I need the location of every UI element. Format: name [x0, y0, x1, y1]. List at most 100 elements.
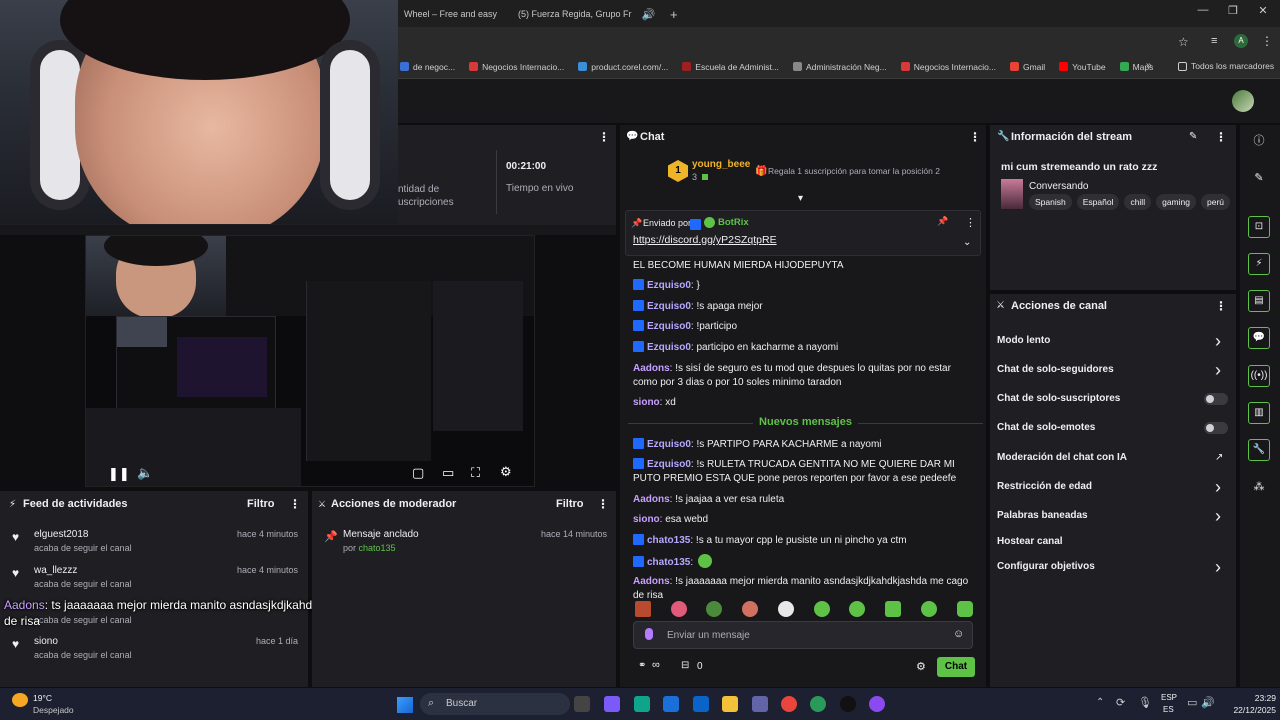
chat-message[interactable]: Ezquiso0: }: [633, 279, 978, 293]
more-options-icon[interactable]: ⋮: [1215, 299, 1227, 313]
chat-send-button[interactable]: Chat: [937, 657, 975, 677]
clock-time[interactable]: 23:29: [1216, 693, 1276, 703]
more-options-icon[interactable]: ⋮: [969, 130, 981, 144]
mod-filter-button[interactable]: Filtro: [556, 498, 584, 510]
browser-tab-wheel[interactable]: Wheel – Free and easy ✕: [398, 4, 502, 24]
emote-icon[interactable]: [742, 601, 758, 617]
chat-username[interactable]: Ezquiso0: [647, 459, 691, 470]
stream-category[interactable]: Conversando: [1029, 181, 1088, 192]
chat-message[interactable]: chato135:: [633, 554, 978, 570]
bookmark-item[interactable]: Escuela de Administ...: [682, 62, 779, 72]
chat-message[interactable]: Ezquiso0: participo en kacharme a nayomi: [633, 341, 978, 355]
volume-icon[interactable]: 🔈: [137, 465, 153, 481]
chat-bubble-icon[interactable]: 💬: [1248, 327, 1270, 349]
store-icon[interactable]: [663, 696, 679, 712]
feed-item-name[interactable]: siono: [34, 636, 58, 647]
chat-message[interactable]: Aadons: !s jaaaaaaa mejor mierda manito …: [633, 575, 978, 603]
edit-pencil-icon[interactable]: ✎: [1248, 167, 1270, 189]
extensions-icon[interactable]: ⁂: [1248, 476, 1270, 498]
more-options-icon[interactable]: ⋮: [965, 216, 976, 229]
weather-temp[interactable]: 19°C: [33, 693, 52, 703]
language-region[interactable]: ES: [1163, 705, 1174, 714]
tag[interactable]: chill: [1124, 194, 1152, 210]
leaderboard-user[interactable]: young_beee: [692, 159, 750, 170]
chevron-up-icon[interactable]: ⌃: [1096, 697, 1104, 708]
pinned-username[interactable]: BotRix: [718, 217, 749, 228]
chat-username[interactable]: siono: [633, 514, 660, 525]
more-options-icon[interactable]: ⋮: [597, 497, 609, 511]
emote-icon[interactable]: [635, 601, 651, 617]
chevron-down-icon[interactable]: ⌄: [963, 237, 971, 248]
emote-icon[interactable]: [921, 601, 937, 617]
channel-action-item[interactable]: Configurar objetivos: [997, 561, 1095, 572]
minimize-icon[interactable]: —: [1188, 4, 1218, 16]
new-tab-button[interactable]: +: [664, 4, 684, 24]
discord-icon[interactable]: [869, 696, 885, 712]
feed-item-name[interactable]: elguest2018: [34, 529, 89, 540]
pin-icon[interactable]: 📌: [937, 216, 948, 227]
chrome-icon[interactable]: [781, 696, 797, 712]
microphone-icon[interactable]: 🎙: [1138, 696, 1152, 709]
task-view-icon[interactable]: [574, 696, 590, 712]
edit-pencil-icon[interactable]: ✎: [1189, 131, 1197, 142]
weather-desc[interactable]: Despejado: [33, 705, 74, 715]
taskbar-search[interactable]: Buscar: [420, 693, 570, 715]
channel-action-item[interactable]: Hostear canal: [997, 536, 1063, 547]
chat-input-placeholder[interactable]: Enviar un mensaje: [667, 630, 750, 641]
fullscreen-icon[interactable]: ⛶: [471, 465, 480, 481]
clip-icon[interactable]: ▢: [412, 465, 424, 481]
more-options-icon[interactable]: ⋮: [1215, 130, 1227, 144]
chat-message[interactable]: Ezquiso0: !participo: [633, 320, 978, 334]
emote-icon[interactable]: [778, 601, 794, 617]
chat-message[interactable]: Aadons: !s sisí de seguro es tu mod que …: [633, 362, 978, 390]
bookmark-item[interactable]: Gmail: [1009, 62, 1045, 72]
sync-icon[interactable]: ⟳: [1116, 696, 1125, 709]
restore-icon[interactable]: ❐: [1218, 4, 1248, 17]
mod-action-user[interactable]: chato135: [359, 543, 396, 553]
bookmark-item[interactable]: Negocios Internacio...: [900, 62, 996, 72]
channel-action-item[interactable]: Modo lento: [997, 335, 1050, 346]
tag[interactable]: Spanish: [1029, 194, 1072, 210]
bookmark-item[interactable]: Administración Neg...: [792, 62, 887, 72]
emote-icon[interactable]: [671, 601, 687, 617]
chat-message[interactable]: EL BECOME HUMAN MIERDA HIJODEPUYTA: [633, 259, 978, 273]
emote-icon[interactable]: [849, 601, 865, 617]
chat-username[interactable]: Aadons: [633, 363, 670, 374]
feed-item-name[interactable]: wa_llezzz: [34, 565, 77, 576]
chat-username[interactable]: Aadons: [633, 494, 670, 505]
chat-message[interactable]: Ezquiso0: !s PARTIPO PARA KACHARME a nay…: [633, 438, 978, 452]
bookmark-item[interactable]: YouTube: [1059, 62, 1106, 72]
tag[interactable]: Español: [1076, 194, 1120, 210]
chevron-right-icon[interactable]: ›: [1215, 507, 1221, 525]
windows-start-icon[interactable]: [397, 697, 413, 713]
emote-icon[interactable]: [885, 601, 901, 617]
broadcast-icon[interactable]: ((•)): [1248, 365, 1270, 387]
chat-username[interactable]: Ezquiso0: [647, 439, 691, 450]
user-avatar[interactable]: [1232, 90, 1254, 112]
volume-icon[interactable]: 🔊: [1201, 696, 1215, 709]
chat-username[interactable]: chato135: [647, 535, 690, 546]
monitor-icon[interactable]: ▭: [1187, 696, 1197, 709]
chevron-right-icon[interactable]: »: [1146, 60, 1152, 71]
settings-gear-icon[interactable]: ⚙: [500, 464, 512, 480]
channel-action-item[interactable]: Palabras baneadas: [997, 510, 1088, 521]
microphone-icon[interactable]: [645, 628, 653, 640]
notes-icon[interactable]: ▤: [1248, 290, 1270, 312]
emote-icon[interactable]: [814, 601, 830, 617]
file-explorer-icon[interactable]: [722, 696, 738, 712]
browser-tab-youtube[interactable]: (5) Fuerza Regida, Grupo Fr 🔊 ✕: [506, 4, 658, 24]
channel-action-item[interactable]: Chat de solo-suscriptores: [997, 393, 1120, 404]
channel-points-icon[interactable]: ⚭: [638, 660, 646, 671]
profile-avatar-icon[interactable]: A: [1234, 34, 1248, 48]
more-options-icon[interactable]: ⋮: [598, 130, 610, 144]
chevron-right-icon[interactable]: ›: [1215, 558, 1221, 576]
edge-icon[interactable]: [634, 696, 650, 712]
gift-box-icon[interactable]: ⊟: [681, 660, 689, 671]
chat-username[interactable]: Aadons: [633, 576, 670, 587]
chat-settings-icon[interactable]: ⚙: [916, 660, 926, 673]
star-icon[interactable]: ☆: [1178, 35, 1189, 49]
bookmark-item[interactable]: de negoc...: [400, 62, 455, 72]
outlook-icon[interactable]: [693, 696, 709, 712]
clock-date[interactable]: 22/12/2025: [1216, 705, 1276, 715]
pause-icon[interactable]: ❚❚: [108, 466, 130, 482]
